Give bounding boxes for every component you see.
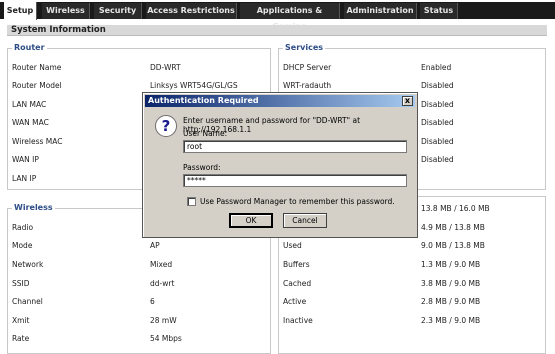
radio-label: Radio xyxy=(12,223,34,232)
wan-mac-label: WAN MAC xyxy=(12,118,49,127)
password-input[interactable]: ***** xyxy=(183,174,407,187)
tab-security[interactable]: Security xyxy=(94,3,142,19)
tab-wireless[interactable]: Wireless xyxy=(42,3,90,19)
service-4-value: Disabled xyxy=(421,118,454,127)
router-name-value: DD-WRT xyxy=(150,63,181,72)
ssid-label: SSID xyxy=(12,279,30,288)
lan-mac-label: LAN MAC xyxy=(12,100,47,109)
memory-inactive-value: 2.3 MB / 9.0 MB xyxy=(421,316,481,325)
network-label: Network xyxy=(12,260,44,269)
memory-inactive-label: Inactive xyxy=(283,316,313,325)
service-6-value: Disabled xyxy=(421,155,454,164)
xmit-label: Xmit xyxy=(12,316,30,325)
service-5-value: Disabled xyxy=(421,137,454,146)
password-label: Password: xyxy=(183,163,221,172)
memory-buffers-label: Buffers xyxy=(283,260,310,269)
memory-active-label: Active xyxy=(283,297,307,306)
wireless-panel-title: Wireless xyxy=(12,203,55,212)
mode-value: AP xyxy=(150,241,160,250)
memory-total-value: 13.8 MB / 16.0 MB xyxy=(421,204,490,213)
mode-label: Mode xyxy=(12,241,33,250)
ok-button[interactable]: OK xyxy=(229,213,273,228)
question-icon: ? xyxy=(155,115,177,137)
close-icon[interactable]: x xyxy=(402,96,413,106)
xmit-value: 28 mW xyxy=(150,316,177,325)
system-information-header: System Information xyxy=(7,25,547,36)
router-model-value: Linksys WRT54G/GL/GS xyxy=(150,81,238,90)
lan-ip-label: LAN IP xyxy=(12,174,37,183)
username-input[interactable]: root xyxy=(183,140,407,153)
remember-password-checkbox[interactable] xyxy=(187,197,196,206)
tab-access-restrictions[interactable]: Access Restrictions xyxy=(146,3,237,19)
memory-buffers-value: 1.3 MB / 9.0 MB xyxy=(421,260,481,269)
memory-used-label: Used xyxy=(283,241,302,250)
memory-active-value: 2.8 MB / 9.0 MB xyxy=(421,297,481,306)
wan-ip-label: WAN IP xyxy=(12,155,39,164)
router-name-label: Router Name xyxy=(12,63,62,72)
wrt-radauth-value: Disabled xyxy=(421,81,454,90)
cancel-button[interactable]: Cancel xyxy=(283,213,327,228)
memory-free-value: 4.9 MB / 13.8 MB xyxy=(421,223,485,232)
tab-status[interactable]: Status xyxy=(420,3,458,19)
ssid-value: dd-wrt xyxy=(150,279,175,288)
network-value: Mixed xyxy=(150,260,173,269)
dhcp-server-label: DHCP Server xyxy=(283,63,332,72)
dialog-title: Authentication Required xyxy=(148,96,259,105)
top-nav-bar: Setup Wireless Security Access Restricti… xyxy=(0,0,555,31)
username-label: User Name: xyxy=(183,129,228,138)
dhcp-server-value: Enabled xyxy=(421,63,452,72)
dialog-titlebar[interactable]: Authentication Required x xyxy=(145,95,415,107)
remember-password-label: Use Password Manager to remember this pa… xyxy=(200,197,395,206)
services-panel-title: Services xyxy=(283,43,326,52)
memory-cached-value: 3.8 MB / 9.0 MB xyxy=(421,279,481,288)
memory-cached-label: Cached xyxy=(283,279,312,288)
channel-label: Channel xyxy=(12,297,43,306)
tab-setup[interactable]: Setup xyxy=(4,2,37,20)
tab-applications-gaming[interactable]: Applications & Gaming xyxy=(240,3,340,31)
router-model-label: Router Model xyxy=(12,81,62,90)
channel-value: 6 xyxy=(150,297,155,306)
rate-value: 54 Mbps xyxy=(150,334,182,343)
authentication-dialog: Authentication Required x ? Enter userna… xyxy=(142,92,418,238)
wireless-mac-label: Wireless MAC xyxy=(12,137,63,146)
router-panel-title: Router xyxy=(12,43,47,52)
memory-used-value: 9.0 MB / 13.8 MB xyxy=(421,241,485,250)
service-3-value: Disabled xyxy=(421,100,454,109)
tab-administration[interactable]: Administration xyxy=(344,3,417,19)
rate-label: Rate xyxy=(12,334,30,343)
wrt-radauth-label: WRT-radauth xyxy=(283,81,332,90)
